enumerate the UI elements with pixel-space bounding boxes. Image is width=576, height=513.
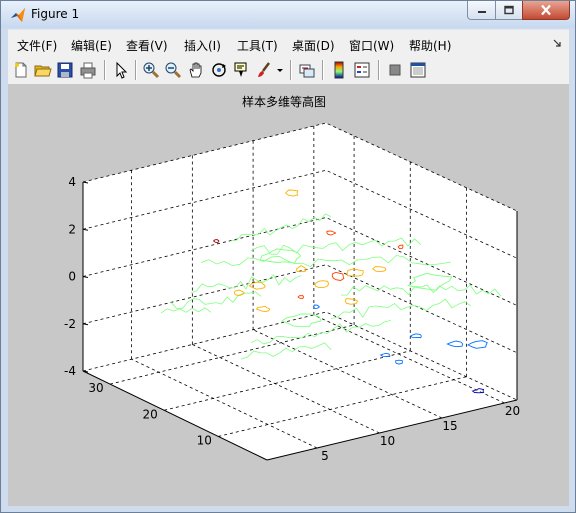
insert-colorbar-icon[interactable] <box>330 61 348 79</box>
zoom-in-icon[interactable] <box>142 61 160 79</box>
z-tick-label: -2 <box>64 317 76 331</box>
dock-arrow-icon[interactable] <box>553 39 561 47</box>
menu-window[interactable]: 窗口(W) <box>349 37 394 54</box>
brush-icon[interactable] <box>255 61 273 79</box>
link-plot-icon[interactable] <box>298 61 316 79</box>
x-tick-label: 15 <box>442 419 457 433</box>
z-tick-label: 4 <box>68 175 76 189</box>
minimize-icon <box>477 11 486 13</box>
data-cursor-icon[interactable] <box>233 61 251 79</box>
window-title: Figure 1 <box>31 7 80 21</box>
y-tick-label: 20 <box>143 407 158 421</box>
matlab-logo-icon <box>11 8 25 22</box>
toolbar-separator <box>378 60 380 80</box>
edit-plot-arrow-icon[interactable] <box>112 61 130 79</box>
minimize-button[interactable] <box>467 1 496 20</box>
figure-toolbar <box>8 56 569 85</box>
menu-desktop[interactable]: 桌面(D) <box>292 37 335 54</box>
menu-help[interactable]: 帮助(H) <box>409 37 451 54</box>
figure-canvas[interactable]: 样本多维等高图 5 10 15 20 10 20 30 4 2 0 -2 -4 <box>8 85 569 506</box>
x-tick-label: 5 <box>321 449 329 463</box>
maximize-icon <box>504 5 514 15</box>
close-button[interactable] <box>522 1 570 20</box>
menu-insert[interactable]: 插入(I) <box>184 37 221 54</box>
z-tick-label: 2 <box>68 222 76 236</box>
print-icon[interactable] <box>79 61 97 79</box>
menu-file[interactable]: 文件(F) <box>17 37 57 54</box>
menu-view[interactable]: 查看(V) <box>126 37 168 54</box>
maximize-button[interactable] <box>495 1 523 20</box>
brush-dropdown-icon[interactable] <box>276 61 284 79</box>
toolbar-separator <box>135 60 137 80</box>
toolbar-separator <box>290 60 292 80</box>
y-tick-label: 30 <box>88 381 103 395</box>
x-tick-label: 20 <box>505 404 520 418</box>
rotate-3d-icon[interactable] <box>210 61 228 79</box>
save-icon[interactable] <box>56 61 74 79</box>
x-tick-label: 10 <box>380 434 395 448</box>
toolbar-separator <box>104 60 106 80</box>
show-plot-tools-icon[interactable] <box>409 61 427 79</box>
open-file-icon[interactable] <box>34 61 52 79</box>
y-tick-label: 10 <box>197 433 212 447</box>
hide-plot-tools-icon[interactable] <box>386 61 404 79</box>
menu-edit[interactable]: 编辑(E) <box>71 37 112 54</box>
menu-bar: 文件(F) 编辑(E) 查看(V) 插入(I) 工具(T) 桌面(D) 窗口(W… <box>8 29 569 56</box>
chart-title: 样本多维等高图 <box>242 94 326 109</box>
z-tick-label: -4 <box>64 364 76 378</box>
new-figure-icon[interactable] <box>12 61 30 79</box>
menu-tools[interactable]: 工具(T) <box>237 37 278 54</box>
z-tick-label: 0 <box>68 270 76 284</box>
figure-window: Figure 1 文件(F) 编辑(E) 查看(V) 插入(I) 工具(T) 桌… <box>0 0 576 513</box>
toolbar-separator <box>322 60 324 80</box>
close-icon <box>541 4 551 16</box>
pan-hand-icon[interactable] <box>187 61 205 79</box>
title-bar[interactable]: Figure 1 <box>1 1 575 28</box>
contour3-axes[interactable]: 样本多维等高图 5101520102030420-2-4 <box>8 85 569 506</box>
zoom-out-icon[interactable] <box>164 61 182 79</box>
insert-legend-icon[interactable] <box>353 61 371 79</box>
